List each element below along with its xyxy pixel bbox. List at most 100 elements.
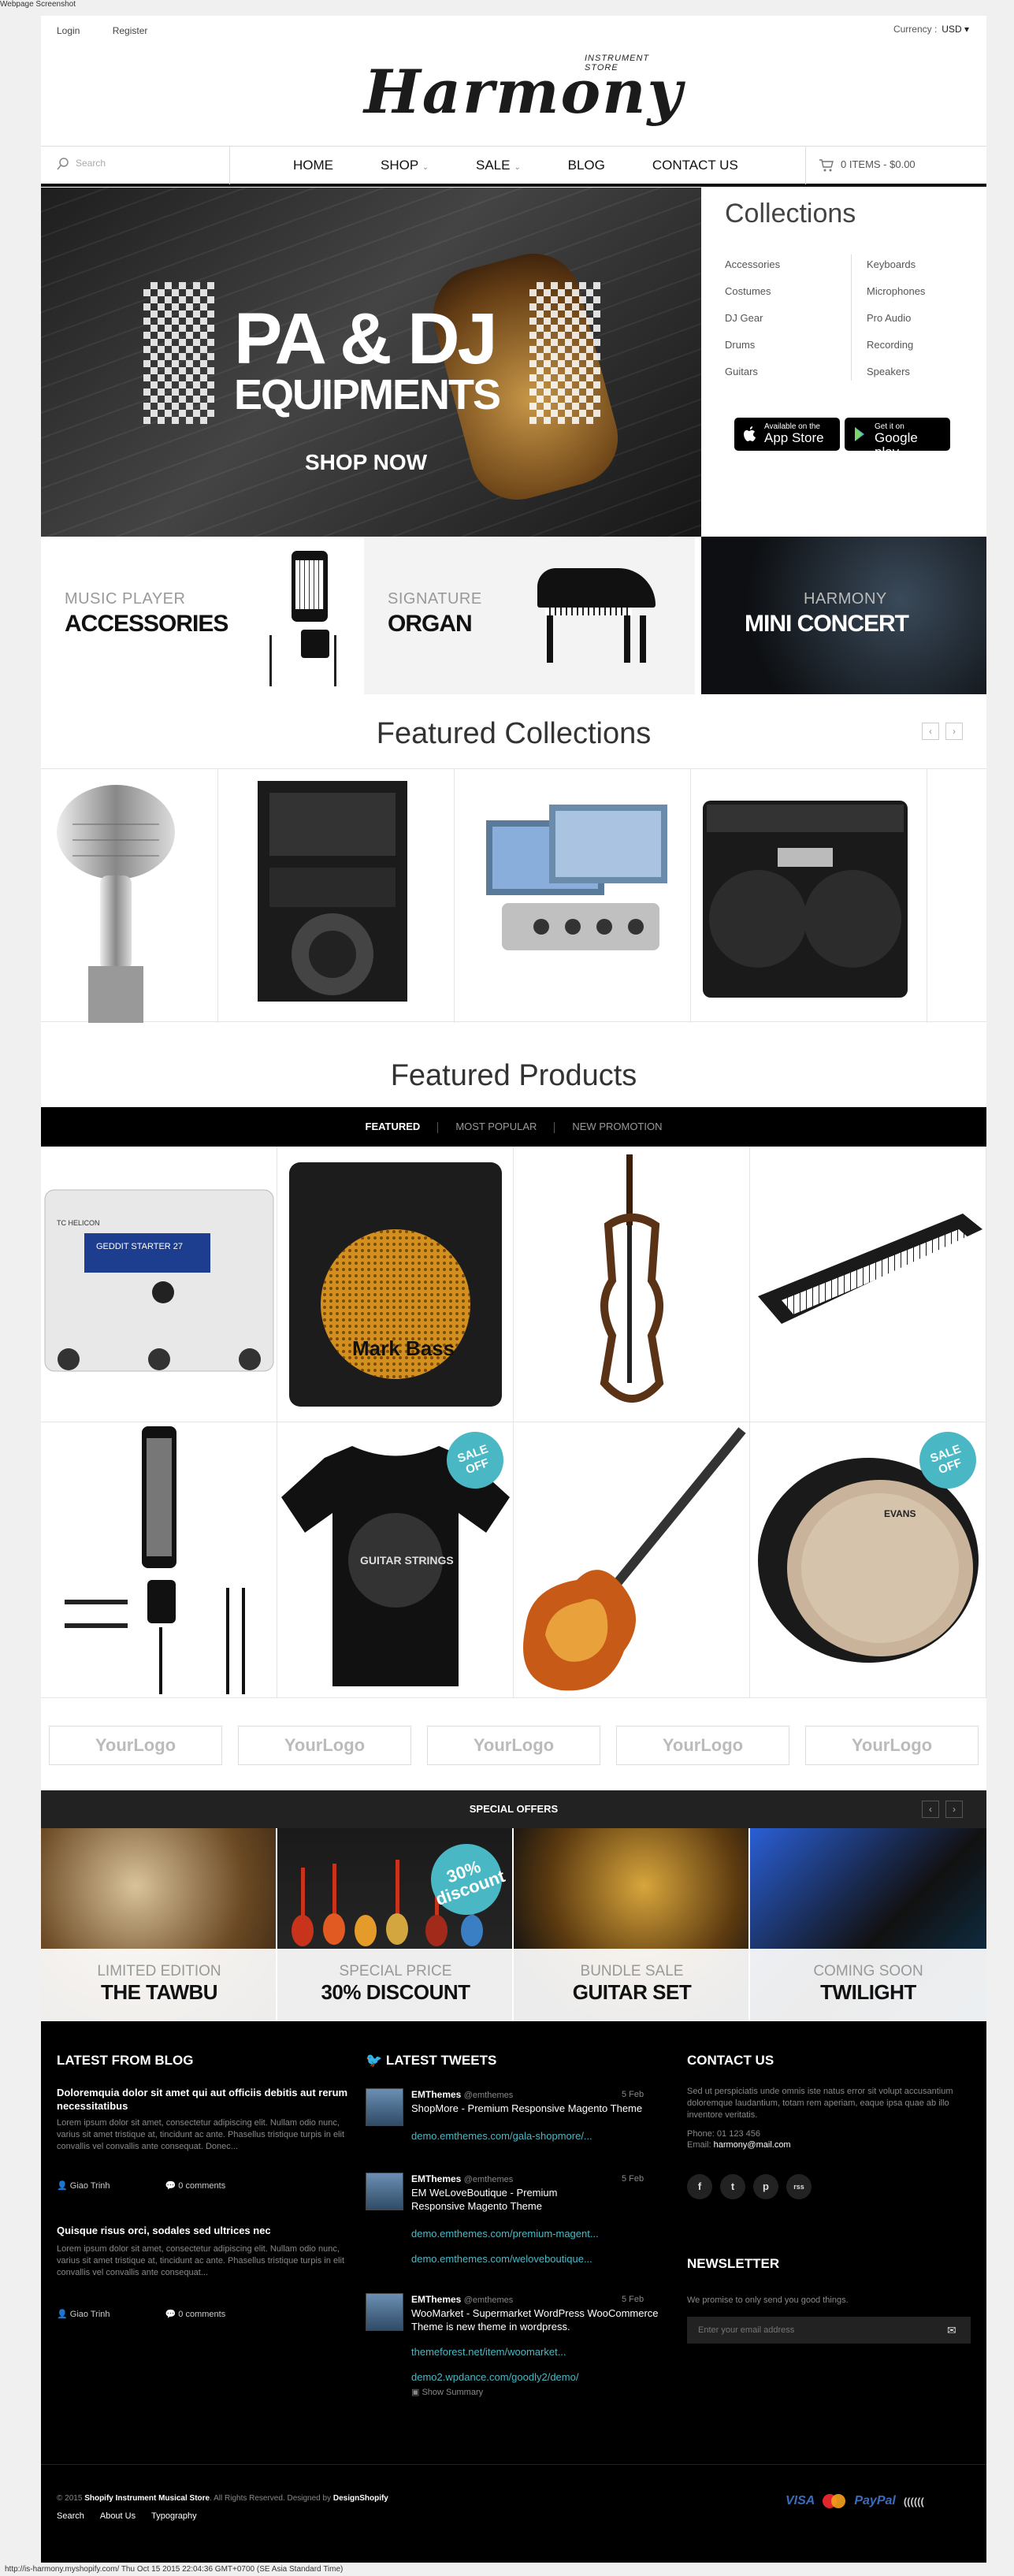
blog-author[interactable]: Giao Trinh (70, 2310, 110, 2319)
piano-image (537, 568, 656, 663)
tab-new-promotion[interactable]: NEW PROMOTION (572, 1121, 662, 1132)
collection-card-microphone[interactable] (41, 769, 218, 1023)
tweet-avatar[interactable] (366, 2088, 403, 2126)
nav-shop[interactable]: SHOP ⌄ (381, 158, 429, 173)
collection-card-speaker[interactable] (218, 769, 455, 1023)
nav-home[interactable]: HOME (293, 158, 333, 173)
product-card-guitar[interactable] (514, 1422, 750, 1698)
offer-tawbu[interactable]: LIMITED EDITION THE TAWBU (41, 1828, 277, 2021)
brand-logo[interactable]: YourLogo (427, 1726, 600, 1765)
next-arrow-icon[interactable]: › (945, 723, 963, 740)
google-play-badge[interactable]: Get it on Google play (845, 418, 950, 459)
offer-guitar-set[interactable]: BUNDLE SALE GUITAR SET (514, 1828, 750, 2021)
tweet-link[interactable]: demo.emthemes.com/gala-shopmore/... (411, 2129, 592, 2143)
newsletter-email-input[interactable] (687, 2317, 971, 2344)
currency-value[interactable]: USD ▾ (942, 24, 969, 35)
copyright-store[interactable]: Shopify Instrument Musical Store (84, 2494, 210, 2503)
amp-brand-text: Mark Bass (352, 1336, 455, 1360)
collection-link[interactable]: Keyboards (867, 258, 925, 285)
tweet-author[interactable]: EMThemes @emthemes (411, 2088, 513, 2102)
nav-blog[interactable]: BLOG (568, 158, 605, 173)
product-card-violin[interactable] (514, 1147, 750, 1422)
prev-arrow-icon[interactable]: ‹ (922, 723, 939, 740)
login-link[interactable]: Login (57, 25, 80, 36)
banner-accessories[interactable]: MUSIC PLAYER ACCESSORIES (41, 537, 364, 694)
footer-link-typography[interactable]: Typography (151, 2511, 196, 2521)
email-label: Email: (687, 2140, 711, 2150)
offer-label: LIMITED EDITION THE TAWBU (41, 1949, 276, 2021)
search-box[interactable]: Search (41, 147, 230, 184)
offer-discount[interactable]: 30% discount SPECIAL PRICE 30% DISCOUNT (277, 1828, 514, 2021)
product-card-drum[interactable]: EVANS SALE OFF (750, 1422, 986, 1698)
show-summary-link[interactable]: ▣ Show Summary (411, 2386, 483, 2399)
hero-shop-now[interactable]: SHOP NOW (305, 450, 427, 475)
pinterest-icon[interactable]: p (753, 2174, 778, 2199)
footer-link-about[interactable]: About Us (100, 2511, 136, 2521)
product-card-pedal[interactable]: GEDDIT STARTER 27 TC HELICON (41, 1147, 277, 1422)
cart-summary[interactable]: 0 ITEMS - $0.00 (805, 147, 986, 184)
next-arrow-icon[interactable]: › (945, 1801, 963, 1818)
collection-link[interactable]: Guitars (725, 366, 780, 392)
banner-organ[interactable]: SIGNATURE ORGAN (364, 537, 695, 694)
blog-post-title[interactable]: Doloremquia dolor sit amet qui aut offic… (57, 2086, 348, 2113)
product-card-tshirt[interactable]: GUITAR STRINGS SALE OFF (277, 1422, 514, 1698)
offer-small-text: SPECIAL PRICE (339, 1963, 452, 1979)
tweet-link[interactable]: demo2.wpdance.com/goodly2/demo/ (411, 2370, 578, 2384)
collection-link[interactable]: Costumes (725, 285, 780, 312)
tweet-link[interactable]: demo.emthemes.com/premium-magent... (411, 2227, 599, 2240)
brand-logo[interactable]: YourLogo (49, 1726, 222, 1765)
envelope-icon[interactable]: ✉ (947, 2324, 956, 2337)
blog-comments[interactable]: 0 comments (178, 2181, 225, 2191)
tweet-author[interactable]: EMThemes @emthemes (411, 2293, 513, 2307)
rss-icon[interactable]: rss (786, 2174, 812, 2199)
app-store-badge[interactable]: Available on the App Store (734, 418, 840, 451)
blog-author[interactable]: Giao Trinh (70, 2181, 110, 2191)
blog-post-title[interactable]: Quisque risus orci, sodales sed ultrices… (57, 2224, 348, 2237)
blog-comments[interactable]: 0 comments (178, 2310, 225, 2319)
hero-slider[interactable]: PA & DJ EQUIPMENTS SHOP NOW (41, 188, 701, 537)
twitter-icon[interactable]: t (720, 2174, 745, 2199)
collection-link[interactable]: Microphones (867, 285, 925, 312)
collection-link[interactable]: Drums (725, 339, 780, 366)
currency-selector[interactable]: Currency : USD ▾ (893, 24, 969, 35)
tweet-text: ShopMore - Premium Responsive Magento Th… (411, 2102, 643, 2114)
tweet-avatar[interactable] (366, 2293, 403, 2331)
store-logo[interactable]: INSTRUMENT STORE Harmony (364, 39, 682, 127)
copyright-designer[interactable]: DesignShopify (333, 2494, 388, 2503)
product-card-irig[interactable] (41, 1422, 277, 1698)
facebook-icon[interactable]: f (687, 2174, 712, 2199)
tweet-link[interactable]: demo.emthemes.com/weloveboutique... (411, 2252, 592, 2266)
collection-card-amplifier[interactable] (691, 769, 927, 1023)
collection-link[interactable]: DJ Gear (725, 312, 780, 339)
banner-mini-concert[interactable]: HARMONY MINI CONCERT (701, 537, 986, 694)
audio-interface-image (486, 805, 667, 950)
prev-arrow-icon[interactable]: ‹ (922, 1801, 939, 1818)
brand-logo[interactable]: YourLogo (238, 1726, 411, 1765)
email-value[interactable]: harmony@mail.com (714, 2140, 791, 2150)
collection-link[interactable]: Accessories (725, 258, 780, 285)
nav-sale[interactable]: SALE ⌄ (476, 158, 521, 173)
offer-twilight[interactable]: COMING SOON TWILIGHT (750, 1828, 986, 2021)
brand-logo[interactable]: YourLogo (805, 1726, 979, 1765)
mastercard-icon (823, 2494, 846, 2508)
tweet-avatar[interactable] (366, 2173, 403, 2210)
collection-link[interactable]: Recording (867, 339, 925, 366)
tab-featured[interactable]: FEATURED (366, 1121, 421, 1132)
brand-logo[interactable]: YourLogo (616, 1726, 789, 1765)
nav-contact[interactable]: CONTACT US (652, 158, 738, 173)
product-card-bass-amp[interactable]: Mark Bass (277, 1147, 514, 1422)
tweet: EMThemes @emthemes 5 Feb ShopMore - Prem… (366, 2088, 673, 2151)
tweet-link[interactable]: themeforest.net/item/woomarket... (411, 2345, 566, 2359)
collection-link[interactable]: Pro Audio (867, 312, 925, 339)
collection-link[interactable]: Speakers (867, 366, 925, 392)
collection-card-partial[interactable] (927, 769, 986, 1023)
nav-sale-label: SALE (476, 158, 511, 173)
tweet-author[interactable]: EMThemes @emthemes (411, 2173, 513, 2187)
footer-link-search[interactable]: Search (57, 2511, 84, 2521)
product-grid: GEDDIT STARTER 27 TC HELICON Mark Bass GU… (41, 1147, 986, 1698)
tab-most-popular[interactable]: MOST POPULAR (455, 1121, 537, 1132)
special-offers-header: SPECIAL OFFERS (41, 1790, 986, 1828)
product-card-keyboard[interactable] (750, 1147, 986, 1422)
register-link[interactable]: Register (113, 25, 148, 36)
collection-card-recording[interactable] (455, 769, 691, 1023)
